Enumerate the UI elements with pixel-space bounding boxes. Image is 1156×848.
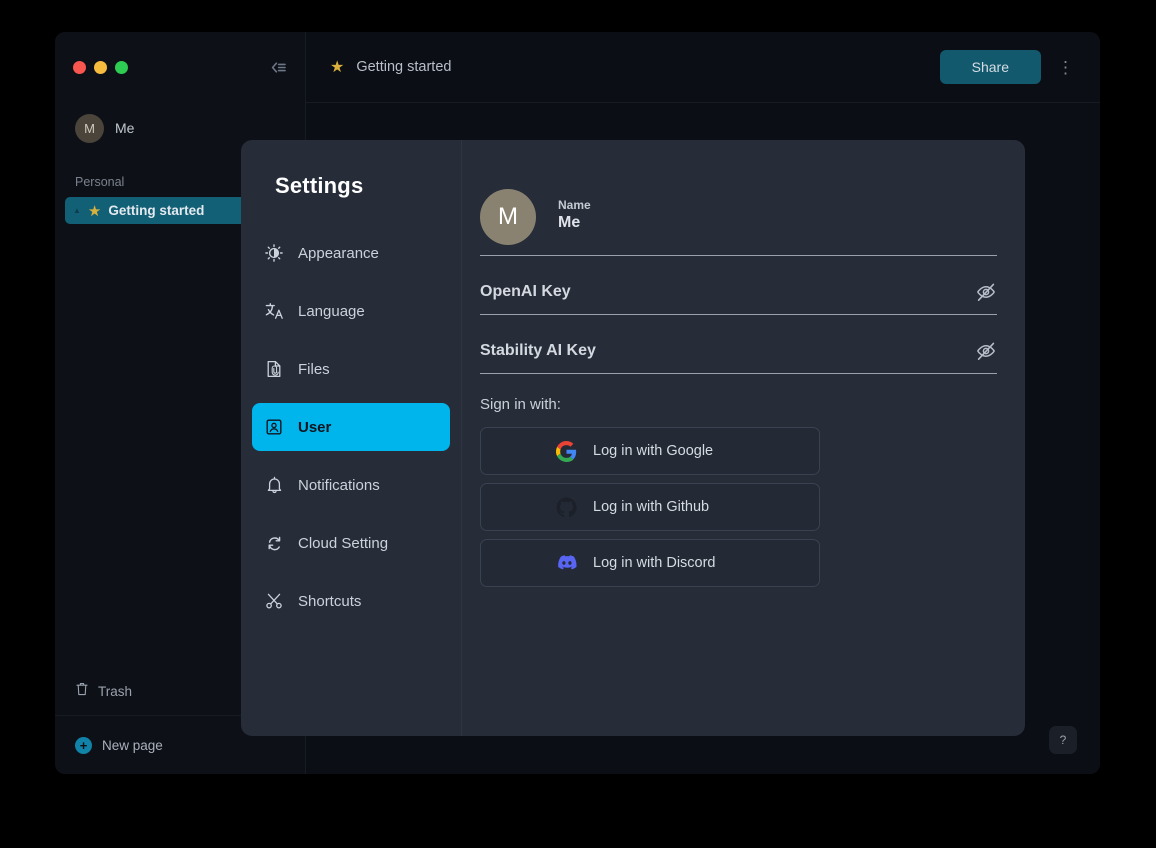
profile-name-row: M Name Me bbox=[480, 189, 997, 256]
login-with-google-button[interactable]: Log in with Google bbox=[480, 427, 820, 475]
openai-key-label: OpenAI Key bbox=[480, 283, 571, 300]
avatar[interactable]: M bbox=[480, 189, 536, 245]
share-button[interactable]: Share bbox=[939, 50, 1041, 84]
settings-nav: Settings Appearance Language Files User … bbox=[241, 140, 462, 736]
file-icon bbox=[264, 359, 284, 379]
settings-nav-language[interactable]: Language bbox=[252, 287, 450, 335]
app-window: M Me Personal ▲ ★ Getting started Trash … bbox=[55, 32, 1100, 774]
bell-icon bbox=[264, 475, 284, 495]
close-window-button[interactable] bbox=[73, 61, 86, 74]
eye-off-icon[interactable] bbox=[975, 281, 997, 303]
collapse-sidebar-icon[interactable] bbox=[270, 61, 287, 74]
login-discord-label: Log in with Discord bbox=[593, 555, 716, 571]
breadcrumb: Getting started bbox=[356, 59, 452, 75]
scissors-icon bbox=[264, 591, 284, 611]
avatar: M bbox=[75, 113, 104, 143]
name-input[interactable]: Me bbox=[558, 214, 997, 232]
login-google-label: Log in with Google bbox=[593, 443, 714, 459]
login-github-label: Log in with Github bbox=[593, 499, 710, 515]
login-with-github-button[interactable]: Log in with Github bbox=[480, 483, 820, 531]
eye-off-icon[interactable] bbox=[975, 340, 997, 362]
settings-nav-label: Appearance bbox=[298, 244, 379, 262]
github-icon bbox=[555, 496, 577, 518]
settings-nav-cloud-setting[interactable]: Cloud Setting bbox=[252, 519, 450, 567]
star-icon[interactable]: ★ bbox=[330, 57, 344, 77]
settings-nav-label: Notifications bbox=[298, 476, 380, 494]
settings-dialog: Settings Appearance Language Files User … bbox=[241, 140, 1025, 736]
help-button[interactable]: ? bbox=[1049, 726, 1077, 754]
translate-icon bbox=[264, 301, 284, 321]
kebab-menu-icon[interactable]: ⋮ bbox=[1053, 59, 1078, 76]
user-card-icon bbox=[264, 417, 284, 437]
name-field[interactable]: Name Me bbox=[558, 198, 997, 232]
stability-key-label: Stability AI Key bbox=[480, 342, 596, 359]
settings-nav-label: Cloud Setting bbox=[298, 534, 389, 552]
settings-nav-label: Files bbox=[298, 360, 330, 378]
settings-nav-label: Shortcuts bbox=[298, 592, 362, 610]
settings-nav-user[interactable]: User bbox=[252, 403, 450, 451]
settings-nav-appearance[interactable]: Appearance bbox=[252, 229, 450, 277]
minimize-window-button[interactable] bbox=[94, 61, 107, 74]
star-icon: ★ bbox=[87, 202, 102, 220]
sync-icon bbox=[264, 533, 284, 553]
chevron-down-icon[interactable]: ▲ bbox=[73, 206, 81, 215]
openai-key-row: OpenAI Key bbox=[480, 256, 997, 315]
brightness-icon bbox=[264, 243, 284, 263]
discord-icon bbox=[555, 552, 577, 574]
sidebar-page-title: Getting started bbox=[108, 203, 205, 218]
trash-icon bbox=[75, 681, 89, 702]
sign-in-with-label: Sign in with: bbox=[480, 396, 561, 413]
settings-title: Settings bbox=[275, 173, 364, 198]
settings-nav-files[interactable]: Files bbox=[252, 345, 450, 393]
plus-circle-icon: + bbox=[75, 736, 92, 754]
sidebar-user-name: Me bbox=[115, 120, 135, 136]
trash-label: Trash bbox=[98, 684, 133, 699]
name-label: Name bbox=[558, 198, 591, 212]
stability-key-row: Stability AI Key bbox=[480, 315, 997, 374]
settings-panel-user: M Name Me OpenAI Key Stability AI Key Si… bbox=[462, 140, 1025, 736]
login-with-discord-button[interactable]: Log in with Discord bbox=[480, 539, 820, 587]
settings-nav-notifications[interactable]: Notifications bbox=[252, 461, 450, 509]
new-page-label: New page bbox=[102, 737, 163, 753]
google-icon bbox=[555, 440, 577, 462]
settings-nav-label: Language bbox=[298, 302, 365, 320]
settings-nav-label: User bbox=[298, 418, 332, 436]
maximize-window-button[interactable] bbox=[115, 61, 128, 74]
settings-nav-shortcuts[interactable]: Shortcuts bbox=[252, 577, 450, 625]
top-bar: ★ Getting started Share ⋮ bbox=[306, 32, 1100, 103]
window-controls bbox=[55, 32, 305, 103]
